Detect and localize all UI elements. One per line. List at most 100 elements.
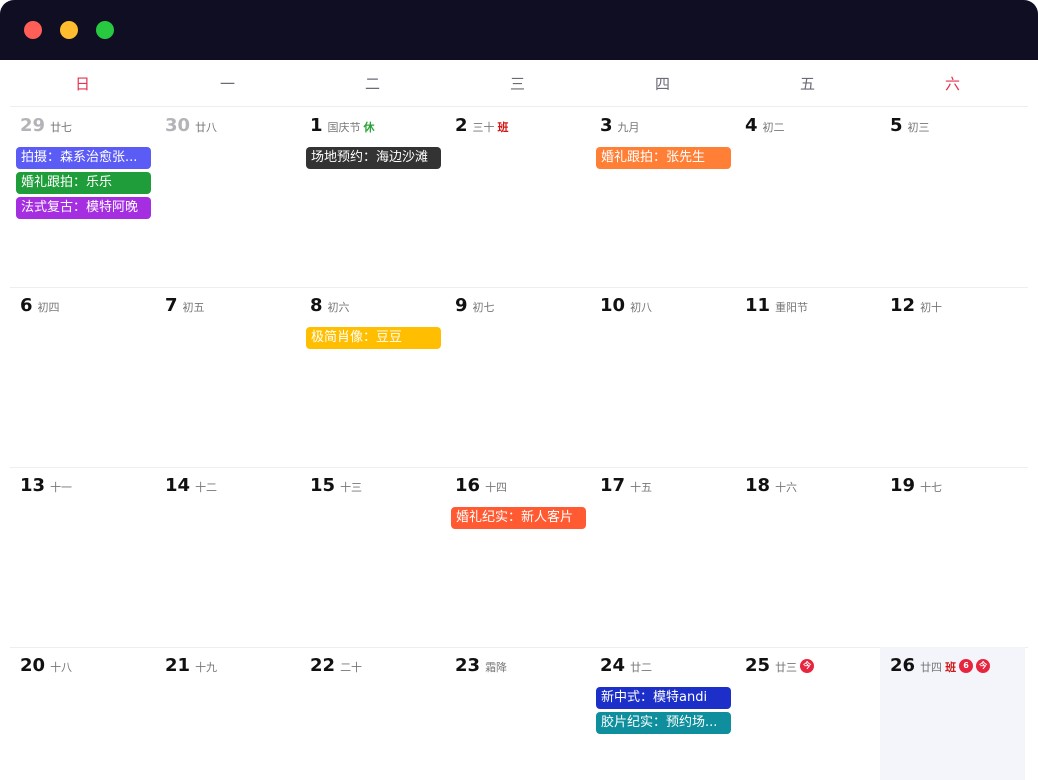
lunar-date: 初三: [907, 121, 930, 134]
event-list: 拍摄：森系治愈张... 婚礼跟拍：乐乐 法式复古：模特阿晚: [16, 147, 151, 222]
weekday-thursday: 四: [654, 75, 670, 93]
day-number: 2: [455, 115, 468, 136]
window-titlebar: [0, 0, 1038, 60]
day-cell[interactable]: 6 初四: [10, 287, 155, 467]
day-header: 3 九月: [600, 115, 640, 136]
day-cell[interactable]: 24 廿二新中式：模特andi 胶片纪实：预约场...: [590, 647, 735, 780]
day-cell[interactable]: 17 十五: [590, 467, 735, 647]
day-cell[interactable]: 3 九月婚礼跟拍：张先生: [590, 107, 735, 287]
day-number: 19: [890, 475, 916, 496]
day-header: 25 廿三今: [745, 655, 815, 676]
day-cell-today[interactable]: 26 廿四班 6 今: [880, 647, 1025, 780]
day-cell[interactable]: 10 初八: [590, 287, 735, 467]
day-header: 13 十一: [20, 475, 72, 496]
lunar-date: 初六: [327, 301, 350, 314]
day-cell[interactable]: 15 十三: [300, 467, 445, 647]
day-cell[interactable]: 22 二十: [300, 647, 445, 780]
lunar-date: 初七: [472, 301, 495, 314]
day-header: 19 十七: [890, 475, 942, 496]
calendar-event[interactable]: 婚礼跟拍：张先生: [596, 147, 731, 169]
day-header: 12 初十: [890, 295, 942, 316]
day-cell[interactable]: 20 十八: [10, 647, 155, 780]
day-number: 3: [600, 115, 613, 136]
day-cell[interactable]: 13 十一: [10, 467, 155, 647]
maximize-window-button[interactable]: [96, 21, 114, 39]
lunar-date: 三十: [472, 121, 495, 134]
day-cell[interactable]: 18 十六: [735, 467, 880, 647]
day-number: 9: [455, 295, 468, 316]
day-number: 26: [890, 655, 916, 676]
day-cell[interactable]: 7 初五: [155, 287, 300, 467]
calendar-event[interactable]: 场地预约：海边沙滩: [306, 147, 441, 169]
lunar-date: 十七: [920, 481, 943, 494]
day-number: 18: [745, 475, 771, 496]
day-number: 14: [165, 475, 191, 496]
event-list: 婚礼纪实：新人客片: [451, 507, 586, 532]
day-header: 18 十六: [745, 475, 797, 496]
day-header: 17 十五: [600, 475, 652, 496]
day-cell[interactable]: 23 霜降: [445, 647, 590, 780]
day-cell[interactable]: 16 十四 婚礼纪实：新人客片: [445, 467, 590, 647]
day-number: 8: [310, 295, 323, 316]
day-cell[interactable]: 19 十七: [880, 467, 1025, 647]
day-header: 24 廿二: [600, 655, 652, 676]
day-badge: 今: [976, 658, 991, 673]
day-header: 10 初八: [600, 295, 652, 316]
day-cell[interactable]: 1 国庆节休场地预约：海边沙滩: [300, 107, 445, 287]
day-number: 4: [745, 115, 758, 136]
calendar-event[interactable]: 新中式：模特andi: [596, 687, 731, 709]
day-cell[interactable]: 11 重阳节: [735, 287, 880, 467]
week-row: 13 十一 14 十二 15 十三 16 十四 婚礼纪实：新人客片 17 十五 18 十六 19 十七: [10, 467, 1028, 648]
weekday-sunday: 日: [74, 75, 90, 93]
calendar-event[interactable]: 极简肖像：豆豆: [306, 327, 441, 349]
lunar-date: 十三: [340, 481, 363, 494]
lunar-date: 重阳节: [775, 301, 809, 314]
day-header: 23 霜降: [455, 655, 507, 676]
lunar-date: 初五: [182, 301, 205, 314]
calendar-event[interactable]: 婚礼纪实：新人客片: [451, 507, 586, 529]
event-list: 婚礼跟拍：张先生: [596, 147, 731, 172]
day-number: 16: [455, 475, 481, 496]
day-cell[interactable]: 5 初三: [880, 107, 1025, 287]
day-number: 22: [310, 655, 336, 676]
calendar-event[interactable]: 婚礼跟拍：乐乐: [16, 172, 151, 194]
day-header: 6 初四: [20, 295, 60, 316]
day-number: 12: [890, 295, 916, 316]
calendar-event[interactable]: 法式复古：模特阿晚: [16, 197, 151, 219]
close-window-button[interactable]: [24, 21, 42, 39]
day-header: 15 十三: [310, 475, 362, 496]
week-row: 20 十八 21 十九 22 二十 23 霜降 24 廿二新中式：模特andi 胶片纪实：预约场..…: [10, 647, 1028, 780]
day-header: 4 初二: [745, 115, 785, 136]
lunar-date: 廿四: [920, 661, 943, 674]
calendar-event[interactable]: 拍摄：森系治愈张...: [16, 147, 151, 169]
day-header: 14 十二: [165, 475, 217, 496]
day-header: 1 国庆节休: [310, 115, 375, 136]
day-number: 15: [310, 475, 336, 496]
day-cell[interactable]: 12 初十: [880, 287, 1025, 467]
day-header: 21 十九: [165, 655, 217, 676]
day-number: 23: [455, 655, 481, 676]
day-cell[interactable]: 14 十二: [155, 467, 300, 647]
lunar-date: 国庆节: [327, 121, 361, 134]
day-cell[interactable]: 30 廿八: [155, 107, 300, 287]
day-header: 29 廿七: [20, 115, 72, 136]
calendar-event[interactable]: 胶片纪实：预约场...: [596, 712, 731, 734]
day-cell[interactable]: 2 三十班: [445, 107, 590, 287]
day-cell[interactable]: 9 初七: [445, 287, 590, 467]
day-cell[interactable]: 29 廿七拍摄：森系治愈张... 婚礼跟拍：乐乐 法式复古：模特阿晚: [10, 107, 155, 287]
week-row: 6 初四 7 初五 8 初六极简肖像：豆豆 9 初七 10 初八 11 重阳节 12 初十: [10, 287, 1028, 468]
day-number: 24: [600, 655, 626, 676]
day-number: 13: [20, 475, 46, 496]
lunar-date: 霜降: [485, 661, 508, 674]
day-cell[interactable]: 25 廿三今: [735, 647, 880, 780]
day-number: 25: [745, 655, 771, 676]
day-cell[interactable]: 4 初二: [735, 107, 880, 287]
day-number: 30: [165, 115, 191, 136]
lunar-date: 十九: [195, 661, 218, 674]
day-cell[interactable]: 8 初六极简肖像：豆豆: [300, 287, 445, 467]
minimize-window-button[interactable]: [60, 21, 78, 39]
day-badge: 6: [959, 658, 974, 673]
day-cell[interactable]: 21 十九: [155, 647, 300, 780]
lunar-date: 初十: [920, 301, 943, 314]
day-header: 5 初三: [890, 115, 930, 136]
